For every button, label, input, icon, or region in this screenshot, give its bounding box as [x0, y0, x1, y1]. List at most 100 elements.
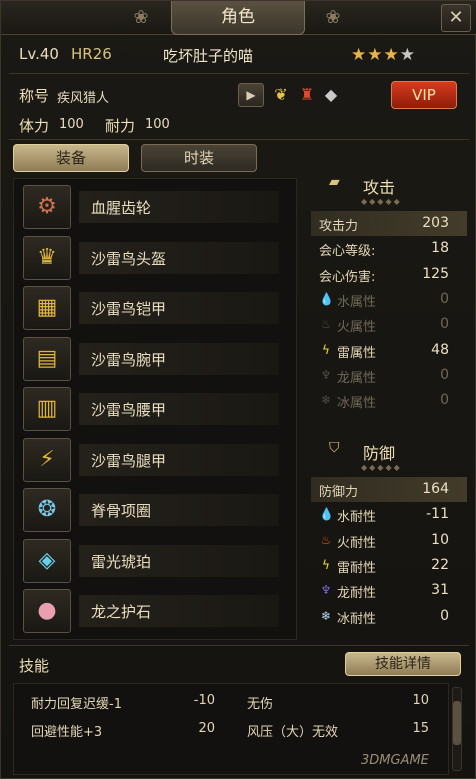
diamond-badge-icon[interactable]: ◆	[319, 84, 343, 106]
equipment-slot[interactable]: ▦ 沙雷鸟铠甲	[23, 286, 283, 330]
player-name: 吃坏肚子的喵	[163, 47, 254, 65]
arm-armor-icon[interactable]: ▤	[23, 336, 71, 381]
close-icon: ✕	[448, 7, 464, 28]
stat-label: 冰属性	[337, 396, 377, 412]
weapon-icon[interactable]: ⚙	[23, 185, 71, 229]
equipment-name: 沙雷鸟腕甲	[91, 350, 167, 369]
stat-value: 0	[440, 392, 449, 409]
equipment-name: 沙雷鸟腿甲	[91, 451, 167, 470]
defense-stat-row: 防御力 164	[311, 477, 467, 502]
attack-stat-row: ♆ 龙属性 0	[311, 363, 467, 388]
ice-icon: ❄	[320, 393, 332, 408]
guild-badge-icon[interactable]: ♜	[295, 84, 319, 106]
skills-scrollbar-thumb[interactable]	[453, 701, 461, 745]
equipment-name: 血腥齿轮	[91, 199, 152, 217]
stat-label: 龙属性	[337, 370, 377, 386]
equipment-slot[interactable]: ▤ 沙雷鸟腕甲	[23, 336, 283, 381]
stat-value: 18	[431, 240, 449, 257]
skill-name: 无伤	[247, 697, 274, 712]
defense-stat-row: ♨ 火耐性 10	[311, 528, 467, 553]
stamina-value: 100	[59, 117, 84, 132]
waist-armor-icon[interactable]: ▥	[23, 387, 71, 431]
leg-armor-icon[interactable]: ⚡	[23, 437, 71, 482]
defense-stat-row: 💧 水耐性 -11	[311, 502, 467, 527]
ornament: ◆◆◆◆◆	[361, 463, 402, 472]
swirl-ornament-icon: ❀	[325, 7, 341, 28]
stamina-label: 体力	[19, 117, 50, 135]
character-panel: ❀ 角色 ❀ ✕ Lv.40 HR26 吃坏肚子的喵 ★★★★ 称号 疾风猎人 …	[0, 0, 476, 779]
defense-stat-row: ϟ 雷耐性 22	[311, 553, 467, 578]
stat-label: 水属性	[337, 294, 377, 310]
title-bar: ❀ 角色 ❀ ✕	[1, 1, 476, 35]
skill-value: 20	[198, 721, 215, 736]
stat-label: 攻击力	[319, 219, 359, 234]
attack-header: ▰ 攻击	[311, 171, 467, 197]
play-icon: ▶	[246, 88, 256, 102]
divider	[9, 139, 469, 140]
necklace-icon[interactable]: ❂	[23, 488, 71, 532]
equipment-name: 脊骨项圈	[91, 502, 152, 520]
helmet-icon[interactable]: ♛	[23, 235, 71, 280]
stat-value: 31	[431, 582, 449, 599]
stat-label: 雷属性	[337, 345, 377, 361]
chest-armor-icon[interactable]: ▦	[23, 286, 71, 330]
stat-label: 水耐性	[337, 510, 377, 526]
attack-stat-row: 攻击力 203	[311, 211, 467, 236]
skill-details-button[interactable]: 技能详情	[345, 652, 461, 676]
vip-button[interactable]: VIP	[391, 81, 457, 109]
tab-equipment[interactable]: 装备	[13, 144, 129, 172]
window-title: 角色	[171, 1, 305, 35]
stat-value: 48	[431, 341, 449, 358]
attack-stat-row: 💧 水属性 0	[311, 287, 467, 312]
stat-value: 0	[440, 607, 449, 624]
equipment-slot[interactable]: ♛ 沙雷鸟头盔	[23, 235, 283, 280]
equipment-slot[interactable]: ▥ 沙雷鸟腰甲	[23, 387, 283, 431]
divider	[9, 645, 469, 646]
equipment-slot[interactable]: ⚙ 血腥齿轮	[23, 185, 283, 229]
attack-stat-row: ♨ 火属性 0	[311, 312, 467, 337]
equipment-slot[interactable]: ◈ 雷光琥珀	[23, 538, 283, 583]
wings-badge-icon[interactable]: ❦	[269, 84, 293, 106]
stat-label: 龙耐性	[337, 586, 377, 602]
star-filled-icon: ★	[383, 45, 400, 65]
equipment-slot[interactable]: ● 龙之护石	[23, 589, 283, 633]
skill-name: 耐力回复迟缓-1	[31, 697, 122, 712]
stat-value: 0	[440, 290, 449, 307]
ice-icon: ❄	[320, 608, 332, 623]
attack-stat-row: 会心等级: 18	[311, 236, 467, 261]
skill-name: 回避性能+3	[31, 725, 103, 740]
stat-label: 会心等级:	[319, 244, 376, 260]
divider	[9, 73, 469, 74]
skill-name: 风压（大）无效	[247, 725, 339, 740]
equipment-slot[interactable]: ⚡ 沙雷鸟腿甲	[23, 437, 283, 482]
level-label: Lv.40	[19, 45, 59, 63]
stat-value: 164	[422, 481, 449, 497]
skill-value: 10	[412, 693, 429, 708]
equipment-name: 沙雷鸟头盔	[91, 249, 167, 268]
equipment-slot[interactable]: ❂ 脊骨项圈	[23, 488, 283, 532]
stat-label: 雷耐性	[337, 560, 377, 576]
title-select-button[interactable]: ▶	[238, 83, 264, 107]
title-value: 疾风猎人	[57, 91, 110, 106]
stat-label: 防御力	[319, 485, 359, 500]
talisman-icon[interactable]: ●	[23, 589, 71, 633]
skill-value: 15	[412, 721, 429, 736]
water-icon: 💧	[319, 291, 334, 306]
tab-fashion[interactable]: 时装	[141, 144, 257, 172]
attack-header-label: 攻击	[363, 178, 396, 197]
title-label: 称号	[19, 87, 50, 105]
fire-icon: ♨	[320, 317, 332, 332]
attack-stat-row: ❄ 冰属性 0	[311, 388, 467, 413]
thunder-icon: ϟ	[322, 557, 330, 572]
defense-stat-row: ❄ 冰耐性 0	[311, 604, 467, 629]
thunder-icon: ϟ	[322, 342, 330, 357]
stat-value: 0	[440, 366, 449, 383]
stat-label: 会心伤害:	[319, 269, 376, 285]
stat-value: 0	[440, 316, 449, 333]
gem-icon[interactable]: ◈	[23, 538, 71, 583]
attack-stat-row: ϟ 雷属性 48	[311, 338, 467, 363]
equipment-name: 沙雷鸟腰甲	[91, 401, 167, 419]
close-button[interactable]: ✕	[441, 4, 471, 32]
shield-icon: ⛉	[329, 440, 340, 456]
swirl-ornament-icon: ❀	[133, 7, 149, 28]
